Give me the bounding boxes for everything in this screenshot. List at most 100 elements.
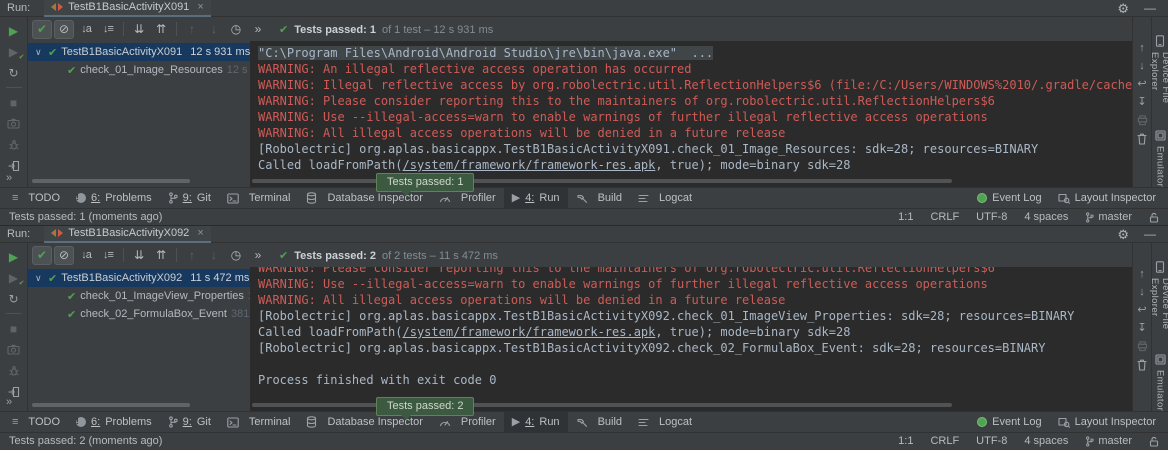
show-ignored-button[interactable]: ⊘ (54, 246, 74, 265)
scroll-up-icon[interactable]: ↑ (1139, 43, 1145, 54)
next-occurrence-button[interactable]: ↓ (204, 20, 224, 39)
test-tree-root-row[interactable]: ∨ ✔ TestB1BasicActivityX092 (org.aplas.t… (28, 269, 250, 287)
soft-wrap-icon[interactable]: ↩ (1137, 305, 1146, 316)
tab-git[interactable]: 9: Git (160, 188, 219, 208)
console-output[interactable]: WARNING: Please consider reporting this … (250, 267, 1132, 399)
tab-device-file-explorer[interactable]: Device File Explorer (1149, 52, 1168, 105)
test-tree-child-row[interactable]: ✔ check_01_Image_Resources 12 s 931 ms (28, 61, 250, 79)
previous-occurrence-button[interactable]: ↑ (182, 20, 202, 39)
sort-alphabetically-button[interactable]: ↓a (76, 20, 96, 39)
rerun-failed-tests-icon[interactable]: ▶✔ (6, 270, 22, 285)
tab-event-log[interactable]: Event Log (969, 412, 1050, 432)
collapse-all-button[interactable]: ⇈ (151, 246, 171, 265)
sort-by-duration-button[interactable]: ↓≡ (98, 20, 118, 39)
caret-position[interactable]: 1:1 (898, 435, 913, 447)
tab-todo[interactable]: ≡TODO (4, 188, 68, 208)
tab-device-file-explorer[interactable]: Device File Explorer (1149, 278, 1168, 329)
test-tree-child-row[interactable]: ✔ check_02_FormulaBox_Event 381 ms (28, 305, 250, 323)
sort-by-duration-button[interactable]: ↓≡ (98, 246, 118, 265)
tree-hscrollbar[interactable] (32, 403, 190, 407)
print-icon[interactable] (1137, 341, 1148, 352)
show-passed-button[interactable]: ✔ (32, 20, 52, 39)
expand-all-button[interactable]: ⇊ (129, 20, 149, 39)
console-file-link[interactable]: /system/framework/framework-res.apk (403, 325, 656, 339)
more-actions-icon[interactable]: » (6, 396, 12, 408)
toggle-auto-test-icon[interactable]: ↻ (6, 291, 22, 306)
close-tab-icon[interactable]: × (197, 227, 203, 239)
tab-todo[interactable]: ≡TODO (4, 412, 68, 432)
scroll-up-icon[interactable]: ↑ (1139, 269, 1145, 280)
tab-terminal[interactable]: Terminal (219, 188, 299, 208)
git-branch-widget[interactable]: master (1085, 211, 1132, 223)
show-this-frame-icon[interactable] (6, 158, 22, 173)
tab-run[interactable]: ▶4: Run (504, 188, 568, 208)
chevron-down-icon[interactable]: ∨ (35, 273, 44, 284)
tab-problems[interactable]: !6: Problems (68, 412, 160, 432)
scroll-down-icon[interactable]: ↓ (1139, 61, 1145, 72)
console-file-link[interactable]: /system/framework/framework-res.apk (403, 158, 656, 172)
tab-emulator[interactable]: Emulator (1155, 146, 1166, 187)
line-ending[interactable]: CRLF (930, 211, 959, 223)
minimize-icon[interactable]: — (1144, 1, 1156, 15)
previous-occurrence-button[interactable]: ↑ (182, 246, 202, 265)
scroll-down-icon[interactable]: ↓ (1139, 287, 1145, 298)
gear-icon[interactable]: ⚙ (1117, 228, 1129, 241)
device-file-explorer-icon[interactable] (1155, 261, 1165, 273)
rerun-icon[interactable]: ▶ (6, 249, 22, 264)
toolbar-more-icon[interactable]: » (248, 20, 268, 39)
run-tab[interactable]: TestB1BasicActivityX091 × (44, 0, 211, 17)
test-history-button[interactable]: ◷ (226, 20, 246, 39)
rerun-failed-tests-icon[interactable]: ▶✔ (6, 44, 22, 59)
indent-setting[interactable]: 4 spaces (1024, 211, 1068, 223)
indent-setting[interactable]: 4 spaces (1024, 435, 1068, 447)
line-ending[interactable]: CRLF (930, 435, 959, 447)
test-tree-child-row[interactable]: ✔ check_01_ImageView_Properties 11 s 91 … (28, 287, 250, 305)
test-tree-root-row[interactable]: ∨ ✔ TestB1BasicActivityX091 (org.aplas.t… (28, 43, 250, 61)
toolbar-more-icon[interactable]: » (248, 246, 268, 265)
collapse-all-button[interactable]: ⇈ (151, 20, 171, 39)
tab-layout-inspector[interactable]: Layout Inspector (1050, 188, 1164, 208)
caret-position[interactable]: 1:1 (898, 211, 913, 223)
scroll-to-end-icon[interactable]: ↧ (1137, 323, 1146, 334)
lock-icon[interactable] (1149, 212, 1159, 223)
emulator-icon[interactable] (1155, 354, 1166, 365)
tab-build[interactable]: Build (568, 412, 630, 432)
tab-git[interactable]: 9: Git (160, 412, 219, 432)
tab-terminal[interactable]: Terminal (219, 412, 299, 432)
show-ignored-button[interactable]: ⊘ (54, 20, 74, 39)
attach-debugger-icon[interactable] (6, 363, 22, 378)
tab-logcat[interactable]: Logcat (630, 412, 700, 432)
tab-emulator[interactable]: Emulator (1155, 370, 1166, 411)
emulator-icon[interactable] (1155, 130, 1166, 141)
file-encoding[interactable]: UTF-8 (976, 435, 1007, 447)
chevron-down-icon[interactable]: ∨ (35, 47, 44, 58)
screenshot-icon[interactable] (6, 342, 22, 357)
clear-all-icon[interactable] (1137, 359, 1147, 371)
stop-icon[interactable]: ■ (6, 321, 22, 336)
more-actions-icon[interactable]: » (6, 172, 12, 184)
lock-icon[interactable] (1149, 436, 1159, 447)
gear-icon[interactable]: ⚙ (1117, 2, 1129, 15)
tree-hscrollbar[interactable] (32, 179, 190, 183)
tab-event-log[interactable]: Event Log (969, 188, 1050, 208)
git-branch-widget[interactable]: master (1085, 435, 1132, 447)
clear-all-icon[interactable] (1137, 133, 1147, 145)
screenshot-icon[interactable] (6, 116, 22, 131)
stop-icon[interactable]: ■ (6, 95, 22, 110)
file-encoding[interactable]: UTF-8 (976, 211, 1007, 223)
soft-wrap-icon[interactable]: ↩ (1137, 79, 1146, 90)
tab-problems[interactable]: !6: Problems (68, 188, 160, 208)
attach-debugger-icon[interactable] (6, 137, 22, 152)
close-tab-icon[interactable]: × (197, 1, 203, 13)
console-hscrollbar[interactable] (252, 179, 952, 183)
scroll-to-end-icon[interactable]: ↧ (1137, 97, 1146, 108)
rerun-icon[interactable]: ▶ (6, 23, 22, 38)
expand-all-button[interactable]: ⇊ (129, 246, 149, 265)
console-hscrollbar[interactable] (252, 403, 952, 407)
print-icon[interactable] (1137, 115, 1148, 126)
next-occurrence-button[interactable]: ↓ (204, 246, 224, 265)
tab-run[interactable]: ▶4: Run (504, 412, 568, 432)
console-output[interactable]: "C:\Program Files\Android\Android Studio… (250, 41, 1132, 175)
tab-logcat[interactable]: Logcat (630, 188, 700, 208)
sort-alphabetically-button[interactable]: ↓a (76, 246, 96, 265)
